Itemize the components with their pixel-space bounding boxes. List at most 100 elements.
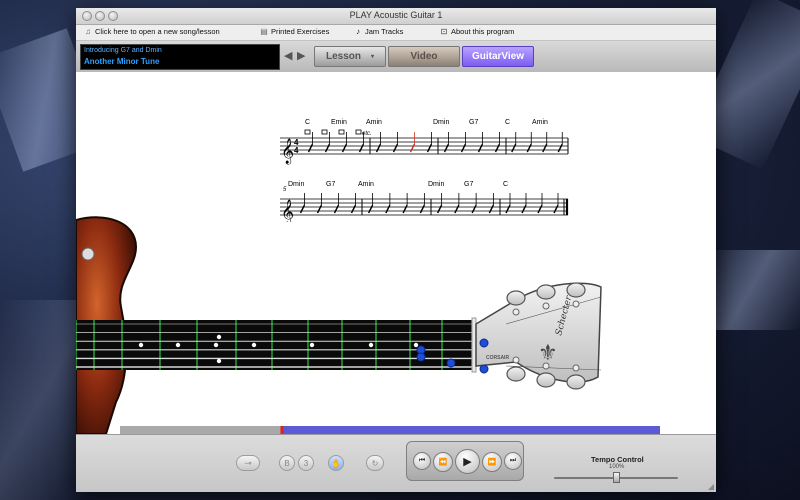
sheet-music: 𝄞 4 4 etc. C Emin Amin Dmin G7 C Amin 𝄞 … <box>280 119 569 222</box>
content-area: 𝄞 4 4 etc. C Emin Amin Dmin G7 C Amin 𝄞 … <box>76 72 716 434</box>
loop-icon: ↻ <box>371 458 379 468</box>
song-display: Introducing G7 and Dmin Another Minor Tu… <box>80 44 280 70</box>
tempo-value: 100% <box>609 464 625 470</box>
skip-forward-button[interactable]: ⏭ <box>504 452 522 470</box>
chord-row-2: Dmin G7 Amin Dmin G7 C <box>288 181 508 188</box>
tuning-peg-icon <box>536 372 556 388</box>
tuning-peg-icon <box>566 374 586 390</box>
guitar-toggle-button[interactable]: ⊸ <box>236 455 260 471</box>
title-bar: PLAY Acoustic Guitar 1 <box>76 8 716 25</box>
rhythm-slash <box>392 143 399 153</box>
chord-row-1: C Emin Amin Dmin G7 C Amin <box>305 119 548 126</box>
video-label: Video <box>410 51 438 62</box>
tuning-peg-icon <box>566 282 586 298</box>
chord-label: Dmin <box>428 181 444 188</box>
lesson-title: Introducing G7 and Dmin <box>84 47 162 54</box>
menu-bar: ♫ Click here to open a new song/lesson ▤… <box>76 25 716 41</box>
lesson-label: Lesson <box>325 51 361 62</box>
jam-tracks-menu-item[interactable]: ♪ Jam Tracks <box>354 27 403 36</box>
chord-label: Amin <box>532 119 548 126</box>
play-button[interactable]: ▶ <box>455 449 480 474</box>
rhythm-slash <box>460 143 467 153</box>
rhythm-slash <box>557 143 563 153</box>
video-button[interactable]: Video <box>388 46 460 67</box>
window-title: PLAY Acoustic Guitar 1 <box>349 10 443 20</box>
b-button[interactable]: B <box>279 455 295 471</box>
staff-row-1: 𝄞 4 4 etc. C Emin Amin Dmin G7 C Amin <box>280 119 569 164</box>
transport-controls: ⏮ ⏪ ▶ ⏩ ⏭ <box>406 441 524 481</box>
play-icon: ▶ <box>463 456 472 468</box>
tuner-post <box>572 364 580 372</box>
fleur-de-lis-icon: ⚜ <box>538 340 558 365</box>
three-button[interactable]: 3 <box>298 455 314 471</box>
hand-button[interactable]: ✋ <box>328 455 344 471</box>
rhythm-slash <box>324 143 331 153</box>
control-panel: ⊸ B 3 ✋ ↻ ⏮ ⏪ ▶ ⏩ ⏭ Tempo Control 100% ◢ <box>76 434 716 492</box>
chord-label: G7 <box>469 119 478 126</box>
playback-position-marker[interactable] <box>280 426 284 434</box>
next-arrow-icon[interactable]: ▶ <box>297 50 305 62</box>
rhythm-hints: etc. <box>304 129 372 137</box>
about-menu-item[interactable]: ⊡ About this program <box>440 27 515 36</box>
tempo-slider-thumb[interactable] <box>612 472 620 483</box>
knob-icon <box>81 247 95 261</box>
tuner-post <box>542 302 550 310</box>
printed-exercises-label: Printed Exercises <box>271 27 330 36</box>
rhythm-slash <box>494 143 501 153</box>
loop-button[interactable]: ↻ <box>366 455 384 471</box>
open-song-menu-item[interactable]: ♫ Click here to open a new song/lesson <box>84 27 220 36</box>
guitar-brand: CORSAIR <box>486 355 509 361</box>
music-note-icon: ♪ <box>356 27 360 36</box>
chord-label: Amin <box>366 119 382 126</box>
rhythm-slash <box>375 143 382 153</box>
tempo-label: Tempo Control <box>591 455 644 464</box>
tuner-post <box>512 308 520 316</box>
chord-label: G7 <box>326 181 335 188</box>
rewind-button[interactable]: ⏪ <box>433 452 453 472</box>
about-label: About this program <box>451 27 515 36</box>
chord-label: Dmin <box>288 181 304 188</box>
etc-label: etc. <box>362 131 372 137</box>
guitarview-label: GuitarView <box>471 51 525 62</box>
previous-arrow-icon[interactable]: ◀ <box>284 50 292 62</box>
rhythm-slash <box>358 143 365 153</box>
rewind-icon: ⏪ <box>438 459 448 466</box>
rhythm-slash <box>477 143 484 153</box>
chord-label: Dmin <box>433 119 449 126</box>
b-label: B <box>284 458 290 468</box>
skip-forward-icon: ⏭ <box>509 457 517 464</box>
tuning-peg-icon <box>506 366 526 382</box>
open-song-label: Click here to open a new song/lesson <box>95 27 220 36</box>
tuning-peg-icon <box>536 284 556 300</box>
navigation-bar: Introducing G7 and Dmin Another Minor Tu… <box>76 41 716 73</box>
rhythm-slash <box>443 143 450 153</box>
song-title: Another Minor Tune <box>84 57 160 66</box>
chord-label: C <box>305 119 310 126</box>
tuning-peg-icon <box>506 290 526 306</box>
chord-label: Amin <box>358 181 374 188</box>
measure-number: 5 <box>283 187 287 193</box>
tuner-post <box>512 356 520 364</box>
guitarview-button[interactable]: GuitarView <box>462 46 534 67</box>
printed-exercises-menu-item[interactable]: ▤ Printed Exercises <box>260 27 329 36</box>
fast-forward-icon: ⏩ <box>487 459 497 466</box>
guitar-icon: ⊸ <box>244 457 252 468</box>
fast-forward-button[interactable]: ⏩ <box>482 452 502 472</box>
chevron-down-icon: ▾ <box>371 54 375 60</box>
info-icon: ⊡ <box>440 27 448 36</box>
rhythm-slash <box>526 143 532 153</box>
guitar-view: CORSAIR Schecter ⚜ <box>76 216 660 434</box>
chord-label: Emin <box>331 119 347 126</box>
rhythm-slash <box>426 143 433 153</box>
playback-progress-fill <box>282 426 660 434</box>
rhythm-slash <box>511 143 517 153</box>
jam-tracks-label: Jam Tracks <box>365 27 404 36</box>
svg-text:4: 4 <box>294 146 299 155</box>
rhythm-slash <box>341 143 348 153</box>
note-doc-icon: ♫ <box>85 27 91 36</box>
document-icon: ▤ <box>260 27 268 36</box>
three-label: 3 <box>303 458 309 468</box>
resize-grip-icon[interactable]: ◢ <box>708 482 714 491</box>
lesson-button[interactable]: Lesson ▾ <box>314 46 386 67</box>
skip-back-button[interactable]: ⏮ <box>413 452 431 470</box>
